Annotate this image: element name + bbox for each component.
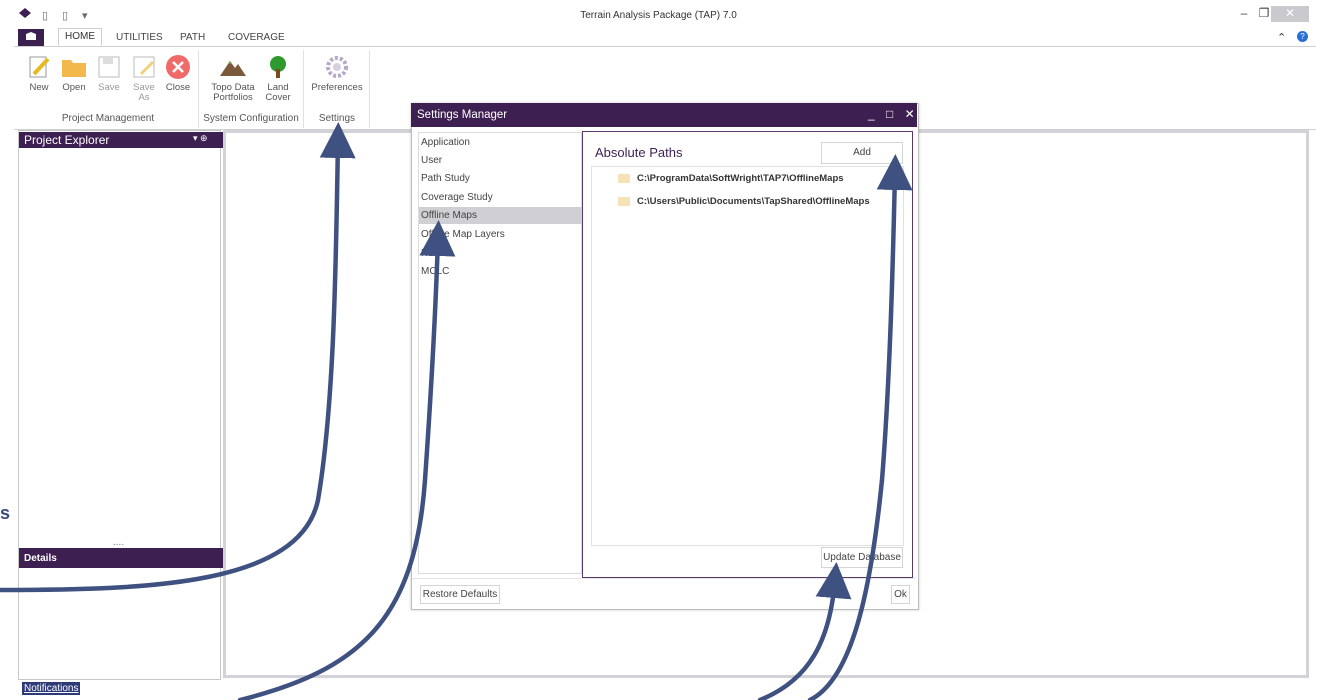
arrow-to-offline-maps [237,220,456,700]
arrow-to-update-database [757,562,852,700]
annotation-arrows [0,122,913,700]
arrow-to-preferences [0,122,356,593]
arrow-to-add-button [807,154,913,700]
